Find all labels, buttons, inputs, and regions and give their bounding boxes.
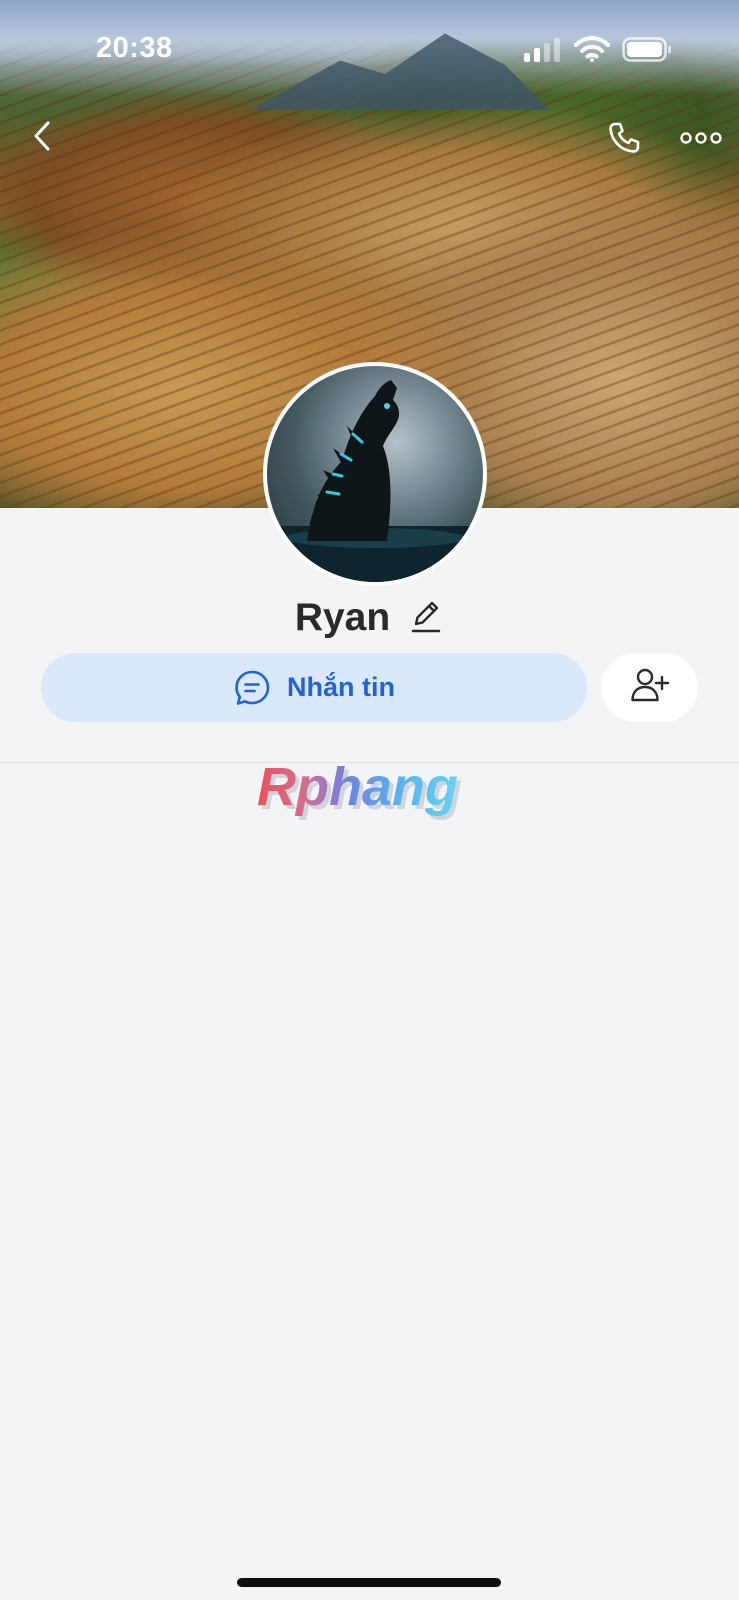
pencil-icon	[410, 598, 442, 639]
add-user-icon	[630, 666, 670, 709]
avatar-image	[267, 380, 483, 582]
name-row: Ryan	[0, 590, 739, 646]
home-indicator[interactable]	[237, 1578, 501, 1587]
avatar[interactable]	[263, 362, 487, 586]
call-button[interactable]	[602, 118, 646, 162]
status-bar: 20:38	[0, 0, 739, 100]
add-friend-button[interactable]	[601, 653, 698, 722]
signal-icon	[524, 38, 564, 62]
watermark-logo: Rphang Rphang	[0, 762, 739, 832]
status-time: 20:38	[96, 32, 173, 64]
wifi-icon	[574, 36, 610, 62]
message-button[interactable]: Nhắn tin	[41, 653, 587, 722]
more-button[interactable]	[676, 120, 726, 160]
message-button-label: Nhắn tin	[287, 672, 395, 702]
back-button[interactable]	[22, 118, 62, 158]
more-horizontal-icon	[680, 131, 722, 150]
profile-name: Ryan	[294, 596, 391, 639]
phone-icon	[606, 120, 642, 161]
watermark-text: Rphang	[257, 763, 458, 817]
chat-bubble-icon	[233, 669, 271, 707]
edit-name-button[interactable]	[408, 598, 444, 638]
chevron-left-icon	[31, 120, 53, 157]
battery-icon	[622, 37, 672, 62]
